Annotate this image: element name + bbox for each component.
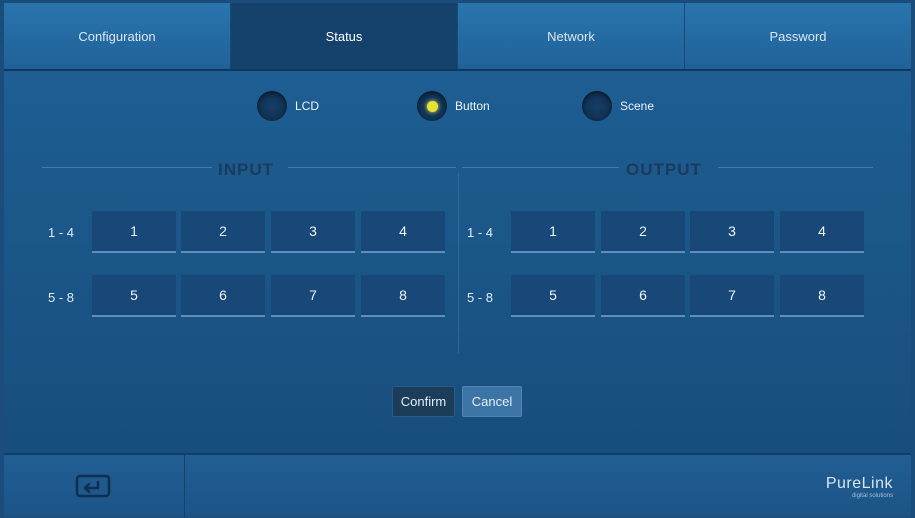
tab-password[interactable]: Password <box>685 3 911 69</box>
section-divider <box>458 173 459 353</box>
scene-radio[interactable] <box>582 91 612 121</box>
lcd-label: LCD <box>295 99 320 113</box>
purelink-logo: PureLink digital solutions <box>826 475 893 499</box>
footer-bar: PureLink digital solutions <box>4 453 911 517</box>
cancel-button[interactable]: Cancel <box>462 386 522 417</box>
tab-network[interactable]: Network <box>458 3 685 69</box>
output-button-8[interactable]: 8 <box>780 275 864 317</box>
button-radio[interactable] <box>417 91 447 121</box>
tab-bar: Configuration Status Network Password <box>4 3 911 69</box>
confirm-button[interactable]: Confirm <box>392 386 455 417</box>
output-button-4[interactable]: 4 <box>780 211 864 253</box>
mode-lcd[interactable]: LCD <box>257 91 319 121</box>
tab-configuration[interactable]: Configuration <box>4 3 231 69</box>
output-button-6[interactable]: 6 <box>601 275 685 317</box>
input-button-5[interactable]: 5 <box>92 275 176 317</box>
input-rule-left <box>42 167 212 168</box>
output-row-1-label: 1 - 4 <box>467 225 494 240</box>
output-row-2-label: 5 - 8 <box>467 290 494 305</box>
input-title: INPUT <box>218 160 274 179</box>
return-icon[interactable] <box>74 473 112 501</box>
mode-scene[interactable]: Scene <box>582 91 654 121</box>
input-button-6[interactable]: 6 <box>181 275 265 317</box>
output-button-5[interactable]: 5 <box>511 275 595 317</box>
output-title: OUTPUT <box>626 160 702 179</box>
input-button-8[interactable]: 8 <box>361 275 445 317</box>
input-button-2[interactable]: 2 <box>181 211 265 253</box>
tab-status[interactable]: Status <box>231 3 458 69</box>
mode-selector: LCD Button Scene <box>4 91 911 123</box>
output-rule-left <box>462 167 619 168</box>
scene-label: Scene <box>620 99 655 113</box>
output-button-3[interactable]: 3 <box>690 211 774 253</box>
output-button-7[interactable]: 7 <box>690 275 774 317</box>
input-button-1[interactable]: 1 <box>92 211 176 253</box>
lcd-radio[interactable] <box>257 91 287 121</box>
input-button-3[interactable]: 3 <box>271 211 355 253</box>
logo-sub-text: digital solutions <box>851 493 893 499</box>
tab-underline <box>4 69 911 71</box>
input-row-1-label: 1 - 4 <box>48 225 75 240</box>
mode-button[interactable]: Button <box>417 91 490 121</box>
input-button-7[interactable]: 7 <box>271 275 355 317</box>
radio-selected-dot <box>426 100 438 112</box>
footer-divider <box>184 455 185 517</box>
output-button-2[interactable]: 2 <box>601 211 685 253</box>
app-frame: Configuration Status Network Password LC… <box>4 3 911 517</box>
input-rule-right <box>288 167 456 168</box>
input-button-4[interactable]: 4 <box>361 211 445 253</box>
logo-main-text: PureLink <box>825 475 893 492</box>
button-label: Button <box>455 99 490 113</box>
output-rule-right <box>718 167 873 168</box>
output-button-1[interactable]: 1 <box>511 211 595 253</box>
input-row-2-label: 5 - 8 <box>48 290 75 305</box>
